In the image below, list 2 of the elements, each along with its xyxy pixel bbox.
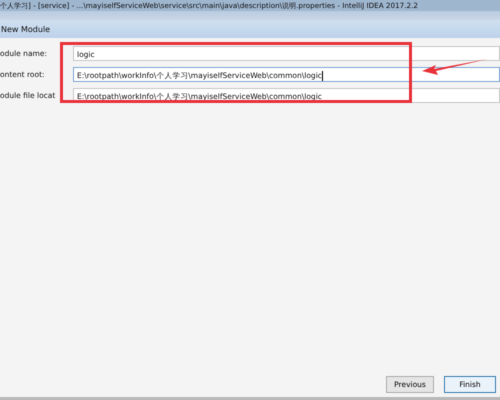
arrow-drawing (420, 57, 490, 77)
dialog-title: New Module (1, 24, 50, 34)
